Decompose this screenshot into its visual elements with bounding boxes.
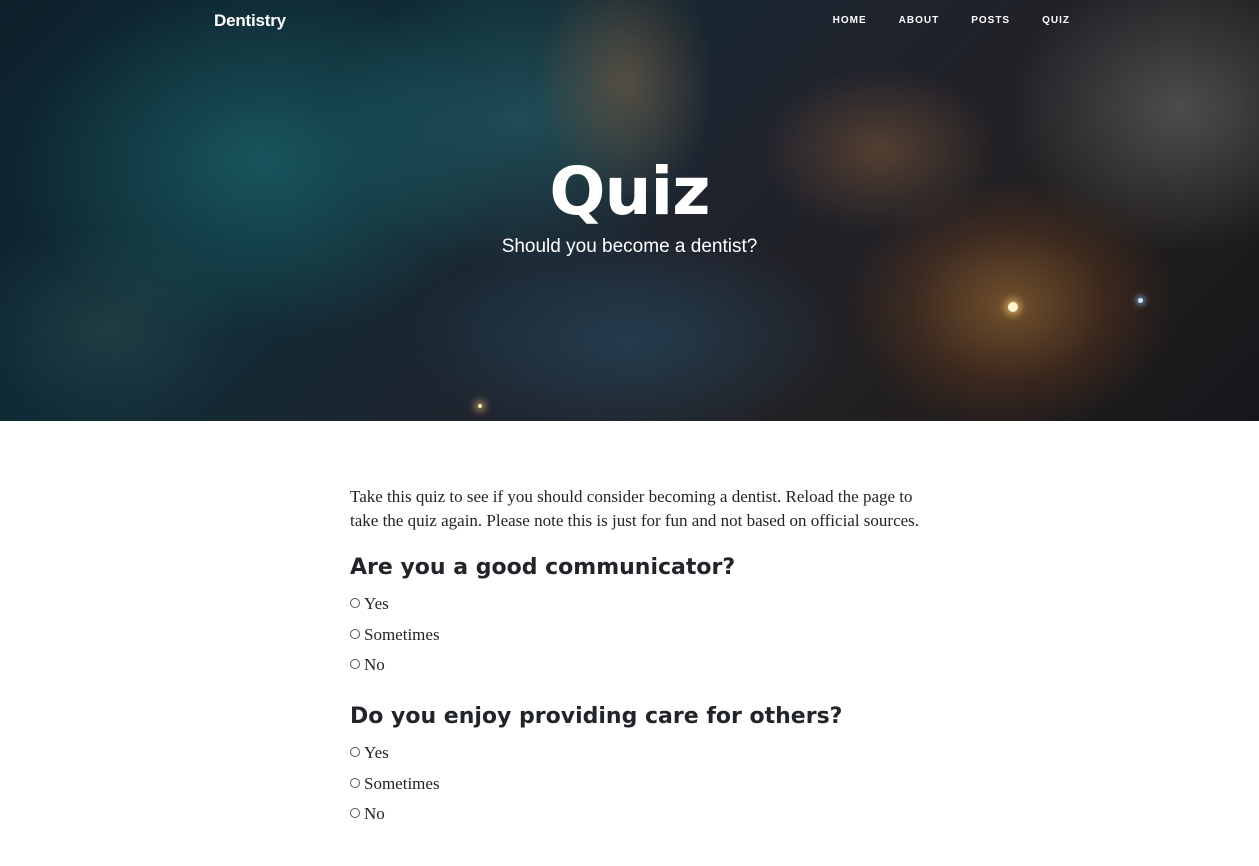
nav-link-posts[interactable]: POSTS: [971, 15, 1010, 26]
quiz-intro: Take this quiz to see if you should cons…: [350, 487, 920, 530]
nav-links: HOME ABOUT POSTS QUIZ: [801, 15, 1070, 26]
option-label: Sometimes: [364, 773, 440, 793]
nav-link-about[interactable]: ABOUT: [899, 15, 940, 26]
radio-button[interactable]: [350, 658, 360, 669]
hero-heading: Quiz Should you become a dentist?: [0, 152, 1259, 258]
question-title: Are you a good communicator?: [350, 555, 736, 580]
radio-button[interactable]: [350, 777, 360, 788]
answer-option-yes[interactable]: Yes: [350, 738, 920, 768]
radio-button[interactable]: [350, 628, 360, 639]
brand-link[interactable]: Dentistry: [214, 11, 286, 31]
question-title: Do you enjoy providing care for others?: [350, 704, 843, 730]
quiz-content: Take this quiz to see if you should cons…: [350, 485, 920, 851]
question-block: Do you enjoy providing care for others? …: [350, 702, 920, 829]
option-label: Yes: [364, 594, 389, 614]
answer-option-sometimes[interactable]: Sometimes: [350, 769, 920, 799]
radio-button[interactable]: [350, 598, 360, 609]
option-label: Yes: [364, 743, 389, 763]
option-label: No: [364, 654, 385, 674]
option-label: Sometimes: [364, 624, 440, 644]
option-label: No: [364, 804, 385, 824]
page-title: Quiz: [549, 153, 710, 230]
star-glow: [1008, 302, 1018, 312]
answer-option-yes[interactable]: Yes: [350, 589, 920, 619]
top-navbar: Dentistry HOME ABOUT POSTS QUIZ: [0, 0, 1259, 42]
radio-button[interactable]: [350, 808, 360, 819]
answer-option-no[interactable]: No: [350, 650, 920, 680]
page-subtitle: Should you become a dentist?: [501, 236, 758, 257]
question-block: Are you a good communicator? Yes Sometim…: [350, 553, 920, 680]
nav-link-quiz[interactable]: QUIZ: [1042, 15, 1070, 26]
hero-banner: Dentistry HOME ABOUT POSTS QUIZ Quiz Sho…: [0, 0, 1259, 421]
answer-option-sometimes[interactable]: Sometimes: [350, 619, 920, 649]
nav-link-home[interactable]: HOME: [833, 15, 867, 26]
radio-button[interactable]: [350, 747, 360, 758]
answer-option-no[interactable]: No: [350, 799, 920, 829]
star-glow: [1138, 298, 1143, 303]
star-glow: [478, 404, 482, 408]
